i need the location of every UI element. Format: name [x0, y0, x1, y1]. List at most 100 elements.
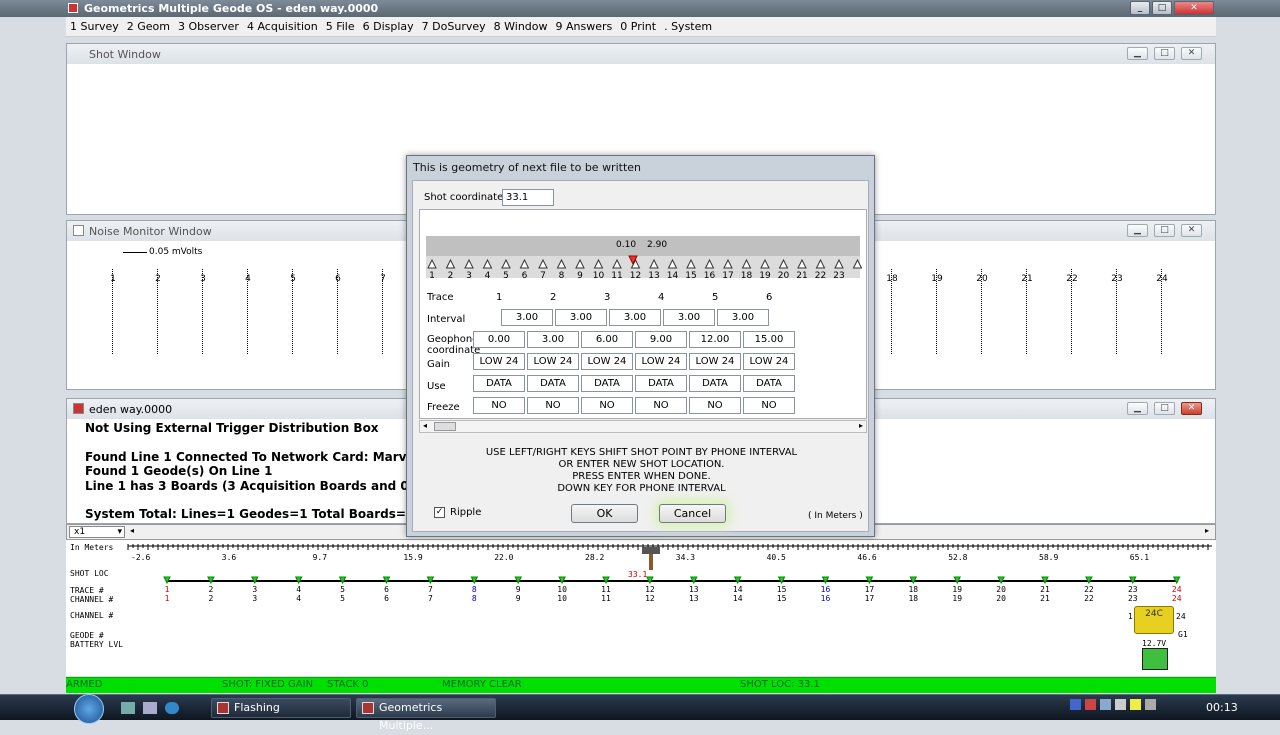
menu-item[interactable]: 0 Print [616, 17, 660, 33]
menu-item[interactable]: . System [660, 17, 716, 33]
browser-icon[interactable] [165, 702, 179, 714]
use-field[interactable]: DATA [473, 375, 525, 392]
geophone-field[interactable]: 3.00 [527, 331, 579, 348]
ok-button[interactable]: OK [571, 504, 638, 523]
interval-field[interactable]: 3.00 [663, 309, 715, 326]
battery-icon [1142, 648, 1168, 670]
gain-field[interactable]: LOW 24 [527, 353, 579, 370]
zoom-select[interactable]: x1 ▾ [69, 526, 125, 538]
close-icon[interactable]: ✕ [1174, 1, 1214, 15]
freeze-field[interactable]: NO [743, 397, 795, 414]
channel-number: 13 [689, 594, 699, 603]
ruler-tick-label: -2.6 [131, 553, 150, 562]
geophone-number: 16 [704, 271, 716, 281]
menu-item[interactable]: 5 File [322, 17, 359, 33]
interval-field[interactable]: 3.00 [717, 309, 769, 326]
taskbar-item-geometrics[interactable]: Geometrics Multiple... [356, 698, 496, 732]
units-note: ( In Meters ) [808, 511, 863, 521]
trace-number: 15 [777, 585, 787, 594]
gain-field[interactable]: LOW 24 [473, 353, 525, 370]
gain-field[interactable]: LOW 24 [581, 353, 633, 370]
menu-item[interactable]: 9 Answers [552, 17, 617, 33]
ruler-tick-label: 40.5 [767, 553, 786, 562]
scroll-left-icon[interactable]: ◂ [423, 421, 427, 430]
geophone-field[interactable]: 12.00 [689, 331, 741, 348]
maximize-icon[interactable]: □ [1152, 1, 1172, 15]
geophone-field[interactable]: 6.00 [581, 331, 633, 348]
geophone-number: 2 [448, 271, 454, 281]
close-icon[interactable]: ✕ [1181, 224, 1202, 237]
menu-item[interactable]: 6 Display [359, 17, 418, 33]
freeze-field[interactable]: NO [581, 397, 633, 414]
noise-trace [936, 269, 938, 354]
taskbar-item-flashing[interactable]: Flashing [211, 698, 351, 718]
scroll-right-icon[interactable]: ▸ [859, 421, 863, 430]
maximize-icon[interactable]: □ [1154, 402, 1175, 415]
channel-number: 11 [601, 594, 611, 603]
hammer-icon[interactable] [640, 545, 662, 570]
log-line: Found 1 Geode(s) On Line 1 [85, 464, 273, 478]
cancel-button[interactable]: Cancel [659, 504, 726, 523]
scroll-right-icon[interactable]: ▸ [1205, 526, 1214, 538]
minimize-icon[interactable]: ▁ [1127, 224, 1148, 237]
use-field[interactable]: DATA [635, 375, 687, 392]
interval-field[interactable]: 3.00 [609, 309, 661, 326]
freeze-field[interactable]: NO [473, 397, 525, 414]
gain-field[interactable]: LOW 24 [635, 353, 687, 370]
channel-number: 4 [296, 594, 301, 603]
freeze-field[interactable]: NO [527, 397, 579, 414]
maximize-icon[interactable]: □ [1154, 224, 1175, 237]
maximize-icon[interactable]: □ [1154, 47, 1175, 60]
trace-number: 19 [952, 585, 962, 594]
geophone-number: 7 [540, 271, 546, 281]
gain-field[interactable]: LOW 24 [743, 353, 795, 370]
shot-coordinate-input[interactable]: 33.1 [502, 189, 554, 206]
gain-field[interactable]: LOW 24 [689, 353, 741, 370]
geophone-number: 23 [833, 271, 844, 281]
window-icon [73, 403, 84, 414]
minimize-icon[interactable]: ▁ [1127, 47, 1148, 60]
explorer-icon[interactable] [143, 702, 157, 714]
channel-number: 12 [645, 594, 655, 603]
menu-item[interactable]: 7 DoSurvey [418, 17, 490, 33]
close-icon[interactable]: ✕ [1181, 47, 1202, 60]
geophone-field[interactable]: 15.00 [743, 331, 795, 348]
minimize-icon[interactable]: ▁ [1127, 402, 1148, 415]
use-field[interactable]: DATA [581, 375, 633, 392]
scroll-left-icon[interactable]: ◂ [130, 526, 139, 538]
ruler-tick-label: 65.1 [1130, 553, 1149, 562]
clock: 00:13 [1206, 701, 1238, 714]
dialog-scrollbar[interactable]: ◂ ▸ [419, 420, 867, 433]
channel-number: 23 [1128, 594, 1138, 603]
menu-item[interactable]: 3 Observer [174, 17, 243, 33]
use-field[interactable]: DATA [527, 375, 579, 392]
show-desktop-icon[interactable] [121, 702, 135, 714]
ripple-checkbox[interactable]: ✓ [434, 507, 445, 518]
trace-number: 18 [908, 585, 918, 594]
use-field[interactable]: DATA [743, 375, 795, 392]
freeze-row-label: Freeze [427, 402, 460, 413]
menu-item[interactable]: 8 Window [490, 17, 552, 33]
geophone-number: 5 [503, 271, 509, 281]
interval-field[interactable]: 3.00 [555, 309, 607, 326]
freeze-field[interactable]: NO [689, 397, 741, 414]
use-field[interactable]: DATA [689, 375, 741, 392]
geophone-field[interactable]: 9.00 [635, 331, 687, 348]
minimize-icon[interactable]: _ [1130, 1, 1150, 15]
marker-right-label: 2.90 [647, 240, 668, 250]
channel-number: 3 [252, 594, 257, 603]
system-tray[interactable] [1070, 699, 1180, 715]
trace-row-label: Trace [427, 292, 454, 303]
dialog-title: This is geometry of next file to be writ… [413, 161, 642, 174]
scroll-thumb[interactable] [434, 422, 456, 431]
close-icon[interactable]: ✕ [1181, 402, 1202, 415]
menu-item[interactable]: 4 Acquisition [243, 17, 322, 33]
menu-item[interactable]: 1 Survey [66, 17, 123, 33]
geophone-field[interactable]: 0.00 [473, 331, 525, 348]
menu-item[interactable]: 2 Geom [123, 17, 174, 33]
noise-trace [891, 269, 893, 354]
freeze-field[interactable]: NO [635, 397, 687, 414]
trace-number: 6 [384, 585, 389, 594]
geode-box-icon[interactable]: 24C [1134, 606, 1174, 634]
interval-field[interactable]: 3.00 [501, 309, 553, 326]
